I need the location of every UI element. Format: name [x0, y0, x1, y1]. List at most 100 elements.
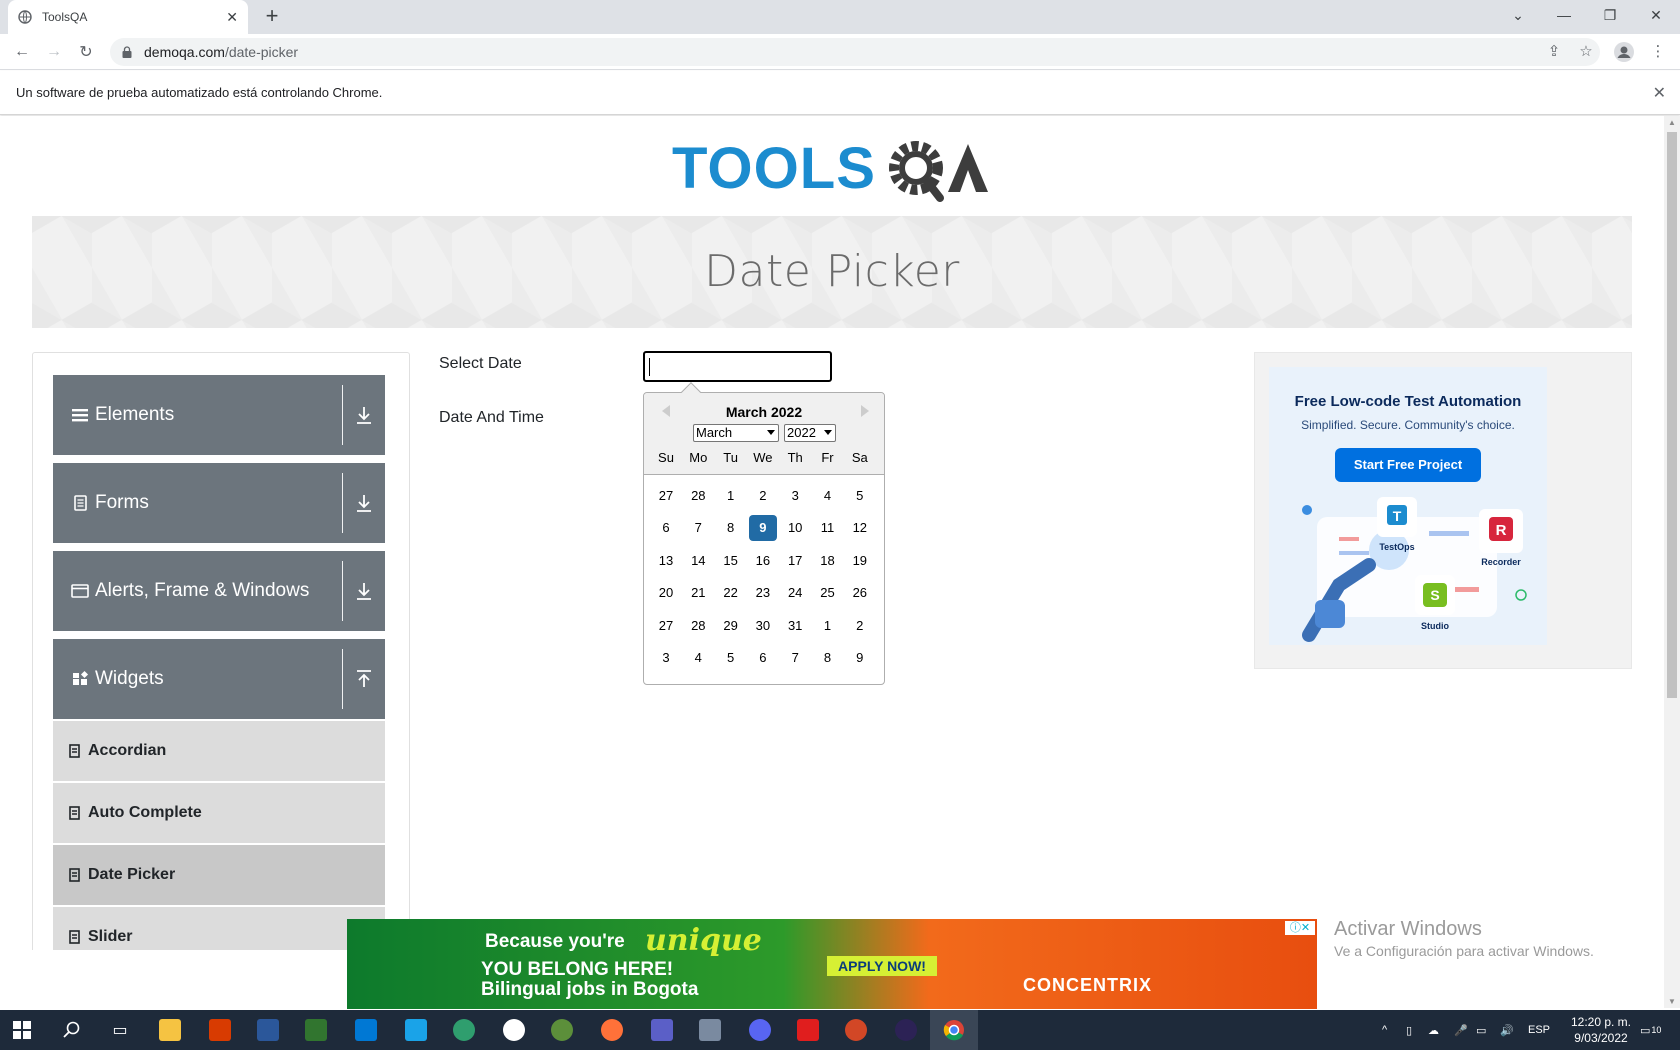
calendar-day[interactable]: 19	[846, 548, 874, 574]
sidebar-item-date-picker[interactable]: Date Picker	[53, 843, 385, 905]
month-select[interactable]: March	[693, 424, 779, 442]
download-arrow-icon[interactable]	[343, 494, 385, 512]
page-scrollbar[interactable]: ▲ ▼	[1664, 116, 1680, 1008]
calendar-day[interactable]: 2	[846, 613, 874, 639]
calendar-day[interactable]: 12	[846, 515, 874, 541]
nav-group-elements[interactable]: Elements	[53, 375, 385, 455]
minimize-icon[interactable]: —	[1541, 0, 1587, 30]
calendar-day[interactable]: 26	[846, 580, 874, 606]
firefox-icon[interactable]	[598, 1016, 626, 1044]
nav-group-widgets[interactable]: Widgets	[53, 639, 385, 719]
network-icon[interactable]: ▭	[1476, 1010, 1486, 1050]
calendar-day[interactable]: 7	[781, 645, 809, 671]
browser-tab[interactable]: ToolsQA ✕	[8, 0, 248, 34]
back-icon[interactable]: ←	[10, 40, 34, 64]
calendar-day[interactable]: 6	[652, 515, 680, 541]
calendar-day[interactable]: 22	[717, 580, 745, 606]
sidebar-item-accordian[interactable]: Accordian	[53, 719, 385, 781]
profile-icon[interactable]	[1614, 42, 1634, 62]
infobar-close-icon[interactable]: ✕	[1653, 83, 1666, 103]
tray-app-icon[interactable]: ▯	[1406, 1010, 1412, 1050]
tab-close-icon[interactable]: ✕	[226, 9, 238, 26]
bookmark-star-icon[interactable]: ☆	[1576, 42, 1596, 62]
scrollbar-thumb[interactable]	[1667, 132, 1677, 698]
windows-start-icon[interactable]	[8, 1016, 36, 1044]
calendar-day[interactable]: 18	[814, 548, 842, 574]
calendar-day[interactable]: 10	[781, 515, 809, 541]
file-explorer-icon[interactable]	[156, 1016, 184, 1044]
office-icon[interactable]	[206, 1016, 234, 1044]
eclipse-icon[interactable]	[892, 1016, 920, 1044]
calendar-day[interactable]: 27	[652, 613, 680, 639]
url-bar[interactable]: demoqa.com/date-picker	[110, 38, 1600, 66]
system-clock[interactable]: 12:20 p. m. 9/03/2022	[1556, 1014, 1646, 1046]
calendar-day[interactable]: 16	[749, 548, 777, 574]
calendar-day[interactable]: 14	[684, 548, 712, 574]
calendar-day[interactable]: 27	[652, 483, 680, 509]
language-indicator[interactable]: ESP	[1528, 1010, 1550, 1050]
reload-icon[interactable]: ↻	[74, 40, 98, 64]
project-icon[interactable]	[302, 1016, 330, 1044]
calendar-day-selected[interactable]: 9	[748, 515, 777, 542]
task-view-icon[interactable]: ▭	[106, 1016, 134, 1044]
close-window-icon[interactable]: ✕	[1633, 0, 1679, 30]
forward-icon[interactable]: →	[42, 40, 66, 64]
calendar-day[interactable]: 31	[781, 613, 809, 639]
app-circle-icon[interactable]	[500, 1016, 528, 1044]
calendar-day[interactable]: 23	[749, 580, 777, 606]
calendar-day[interactable]: 5	[717, 645, 745, 671]
start-free-project-button[interactable]: Start Free Project	[1335, 448, 1481, 482]
chrome-icon[interactable]	[940, 1016, 968, 1044]
new-tab-icon[interactable]: +	[260, 5, 284, 29]
pdf-reader-icon[interactable]	[794, 1016, 822, 1044]
calendar-day[interactable]: 17	[781, 548, 809, 574]
scroll-up-icon[interactable]: ▲	[1668, 118, 1676, 127]
powerpoint-icon[interactable]	[842, 1016, 870, 1044]
word-icon[interactable]	[254, 1016, 282, 1044]
share-icon[interactable]: ⇪	[1544, 42, 1564, 62]
calendar-day[interactable]: 3	[652, 645, 680, 671]
menu-kebab-icon[interactable]: ⋮	[1648, 42, 1668, 62]
calendar-day[interactable]: 11	[814, 515, 842, 541]
download-arrow-icon[interactable]	[343, 406, 385, 424]
globe-app-icon[interactable]	[450, 1016, 478, 1044]
calendar-day[interactable]: 24	[781, 580, 809, 606]
calendar-day[interactable]: 21	[684, 580, 712, 606]
select-date-input[interactable]	[643, 351, 832, 382]
outlook-icon[interactable]	[352, 1016, 380, 1044]
mail-app-icon[interactable]	[696, 1016, 724, 1044]
calendar-day[interactable]: 7	[684, 515, 712, 541]
tab-search-icon[interactable]: ⌄	[1495, 0, 1541, 30]
chrome-canary-icon[interactable]	[548, 1016, 576, 1044]
calendar-day[interactable]: 4	[814, 483, 842, 509]
year-select[interactable]: 2022	[784, 424, 836, 442]
nav-group-alerts[interactable]: Alerts, Frame & Windows	[53, 551, 385, 631]
notifications-icon[interactable]: ▭ 10	[1640, 1010, 1661, 1050]
tray-chevron-up-icon[interactable]: ^	[1382, 1010, 1387, 1050]
calendar-day[interactable]: 5	[846, 483, 874, 509]
calendar-day[interactable]: 25	[814, 580, 842, 606]
teams-icon[interactable]	[648, 1016, 676, 1044]
cloud-sync-icon[interactable]: ☁	[1428, 1010, 1439, 1050]
calendar-day[interactable]: 8	[717, 515, 745, 541]
app-f-icon[interactable]	[402, 1016, 430, 1044]
toolsqa-logo[interactable]: TOOLS	[672, 132, 996, 202]
calendar-day[interactable]: 28	[684, 613, 712, 639]
calendar-day[interactable]: 6	[749, 645, 777, 671]
calendar-day[interactable]: 1	[814, 613, 842, 639]
scroll-down-icon[interactable]: ▼	[1668, 997, 1676, 1006]
ad-close-icon[interactable]: ⓘ✕	[1285, 921, 1315, 935]
search-icon[interactable]	[58, 1016, 86, 1044]
calendar-day[interactable]: 4	[684, 645, 712, 671]
volume-icon[interactable]: 🔊	[1500, 1010, 1514, 1050]
calendar-day[interactable]: 8	[814, 645, 842, 671]
restore-icon[interactable]: ❐	[1587, 0, 1633, 30]
sidebar-item-auto-complete[interactable]: Auto Complete	[53, 781, 385, 843]
calendar-day[interactable]: 29	[717, 613, 745, 639]
calendar-day[interactable]: 15	[717, 548, 745, 574]
microphone-icon[interactable]: 🎤	[1454, 1010, 1468, 1050]
discord-icon[interactable]	[746, 1016, 774, 1044]
sidebar-item-slider[interactable]: Slider	[53, 905, 385, 950]
calendar-day[interactable]: 13	[652, 548, 680, 574]
calendar-day[interactable]: 9	[846, 645, 874, 671]
